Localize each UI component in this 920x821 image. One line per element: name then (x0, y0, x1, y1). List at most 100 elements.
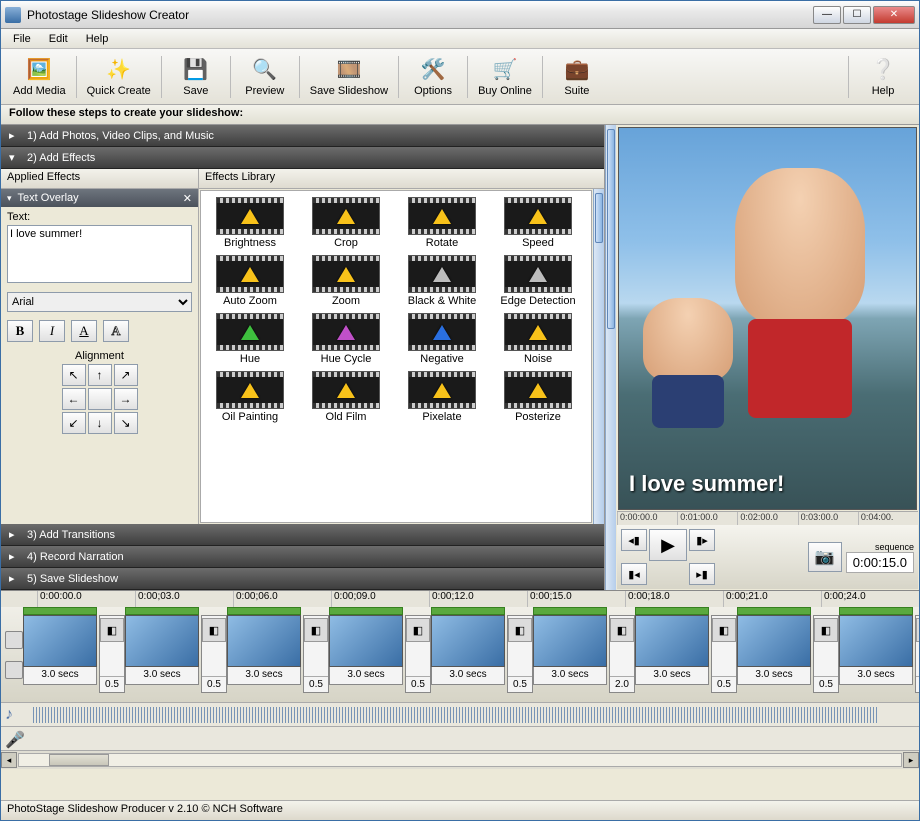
maximize-button[interactable]: ☐ (843, 6, 871, 24)
effect-hue[interactable]: Hue (207, 313, 293, 365)
timeline-clip[interactable]: 3.0 secs (227, 607, 301, 702)
effect-brightness[interactable]: Brightness (207, 197, 293, 249)
font-color-button[interactable]: A (71, 320, 97, 342)
transition-slot[interactable]: ◧0.5 (201, 615, 227, 693)
effect-black---white[interactable]: Black & White (399, 255, 485, 307)
clip-thumb (533, 615, 607, 667)
menu-edit[interactable]: Edit (41, 31, 76, 47)
play-button[interactable]: ▶ (649, 529, 687, 561)
step-4-record-narration[interactable]: ▸4) Record Narration (1, 546, 604, 568)
effect-thumb (216, 255, 284, 293)
align-7-button[interactable]: ↓ (88, 412, 112, 434)
mic-icon: 🎤 (5, 730, 23, 748)
timeline-clip[interactable]: 3.0 secs (23, 607, 97, 702)
add-media-button[interactable]: 🖼️Add Media (7, 55, 72, 99)
align-3-button[interactable]: ← (62, 388, 86, 410)
transition-duration: 0.5 (406, 676, 430, 690)
step-3-add-transitions[interactable]: ▸3) Add Transitions (1, 524, 604, 546)
suite-button[interactable]: 💼Suite (547, 55, 607, 99)
transition-slot[interactable]: ◧0.5 (303, 615, 329, 693)
effect-edge-detection[interactable]: Edge Detection (495, 255, 581, 307)
transition-slot[interactable]: ◧0.5 (405, 615, 431, 693)
next-frame-button[interactable]: ▮▸ (689, 529, 715, 551)
scroll-left-button[interactable]: ◂ (1, 752, 17, 768)
align-2-button[interactable]: ↗ (114, 364, 138, 386)
effect-zoom[interactable]: Zoom (303, 255, 389, 307)
timeline-clip[interactable]: 3.0 secs (635, 607, 709, 702)
goto-start-button[interactable]: ▮◂ (621, 563, 647, 585)
transition-slot[interactable]: ◧2.0 (609, 615, 635, 693)
overlay-text-input[interactable] (7, 225, 192, 283)
step-2-add-effects[interactable]: ▾2) Add Effects (1, 147, 604, 169)
effect-auto-zoom[interactable]: Auto Zoom (207, 255, 293, 307)
step-5-save-slideshow[interactable]: ▸5) Save Slideshow (1, 568, 604, 590)
transition-slot[interactable]: ◧0.5 (813, 615, 839, 693)
transition-slot[interactable]: ◧0.5 (99, 615, 125, 693)
clip-track[interactable]: 3.0 secs◧0.53.0 secs◧0.53.0 secs◧0.53.0 … (1, 607, 919, 703)
effect-old-film[interactable]: Old Film (303, 371, 389, 423)
minimize-button[interactable]: — (813, 6, 841, 24)
timeline-clip[interactable]: 3.0 secs (533, 607, 607, 702)
applied-effects-panel: Applied Effects ▾ Text Overlay ✕ Text: A… (1, 169, 199, 524)
timeline-clip[interactable]: 3.0 secs (125, 607, 199, 702)
music-track[interactable]: ♪ (1, 703, 919, 727)
align-4-button[interactable] (88, 388, 112, 410)
effect-rotate[interactable]: Rotate (399, 197, 485, 249)
effect-thumb (408, 255, 476, 293)
library-scrollbar[interactable] (593, 189, 604, 524)
transition-slot[interactable]: ◧0.5 (915, 615, 919, 693)
italic-button[interactable]: I (39, 320, 65, 342)
bold-button[interactable]: B (7, 320, 33, 342)
preview-button[interactable]: 🔍Preview (235, 55, 295, 99)
waveform (31, 707, 879, 723)
outline-button[interactable]: A (103, 320, 129, 342)
buy-online-button[interactable]: 🛒Buy Online (472, 55, 538, 99)
music-icon: ♪ (5, 706, 23, 724)
save-button[interactable]: 💾Save (166, 55, 226, 99)
timeline-clip[interactable]: 3.0 secs (431, 607, 505, 702)
save-slideshow-button[interactable]: 🎞️Save Slideshow (304, 55, 394, 99)
options-button[interactable]: 🛠️Options (403, 55, 463, 99)
step-1-add-photos[interactable]: ▸1) Add Photos, Video Clips, and Music (1, 125, 604, 147)
prev-frame-button[interactable]: ◂▮ (621, 529, 647, 551)
clip-duration: 3.0 secs (227, 667, 301, 685)
narration-track[interactable]: 🎤 (1, 727, 919, 751)
remove-effect-button[interactable]: ✕ (183, 192, 192, 205)
transition-slot[interactable]: ◧0.5 (507, 615, 533, 693)
scroll-right-button[interactable]: ▸ (903, 752, 919, 768)
effect-hue-cycle[interactable]: Hue Cycle (303, 313, 389, 365)
snapshot-button[interactable]: 📷 (808, 542, 842, 572)
title-bar: Photostage Slideshow Creator — ☐ ✕ (1, 1, 919, 29)
timeline-scrollbar[interactable]: ◂ ▸ (1, 751, 919, 769)
effect-crop[interactable]: Crop (303, 197, 389, 249)
text-overlay-header[interactable]: ▾ Text Overlay ✕ (1, 189, 198, 207)
transition-slot[interactable]: ◧0.5 (711, 615, 737, 693)
effect-posterize[interactable]: Posterize (495, 371, 581, 423)
goto-end-button[interactable]: ▸▮ (689, 563, 715, 585)
effect-oil-painting[interactable]: Oil Painting (207, 371, 293, 423)
effect-speed[interactable]: Speed (495, 197, 581, 249)
effect-negative[interactable]: Negative (399, 313, 485, 365)
align-5-button[interactable]: → (114, 388, 138, 410)
menu-file[interactable]: File (5, 31, 39, 47)
save-icon: 💾 (183, 57, 209, 83)
align-8-button[interactable]: ↘ (114, 412, 138, 434)
menu-help[interactable]: Help (78, 31, 117, 47)
close-button[interactable]: ✕ (873, 6, 915, 24)
clip-duration: 3.0 secs (839, 667, 913, 685)
timeline-clip[interactable]: 3.0 secs (737, 607, 811, 702)
timeline-clip[interactable]: 3.0 secs (839, 607, 913, 702)
align-0-button[interactable]: ↖ (62, 364, 86, 386)
quick-create-button[interactable]: ✨Quick Create (81, 55, 157, 99)
timeline-clip[interactable]: 3.0 secs (329, 607, 403, 702)
effect-noise[interactable]: Noise (495, 313, 581, 365)
align-6-button[interactable]: ↙ (62, 412, 86, 434)
font-select[interactable]: Arial (7, 292, 192, 312)
effect-thumb (504, 313, 572, 351)
align-1-button[interactable]: ↑ (88, 364, 112, 386)
effect-pixelate[interactable]: Pixelate (399, 371, 485, 423)
help-button[interactable]: ❔Help (853, 55, 913, 99)
transition-duration: 0.5 (814, 676, 838, 690)
preview-image: I love summer! (618, 127, 917, 510)
steps-scrollbar[interactable] (605, 125, 616, 590)
